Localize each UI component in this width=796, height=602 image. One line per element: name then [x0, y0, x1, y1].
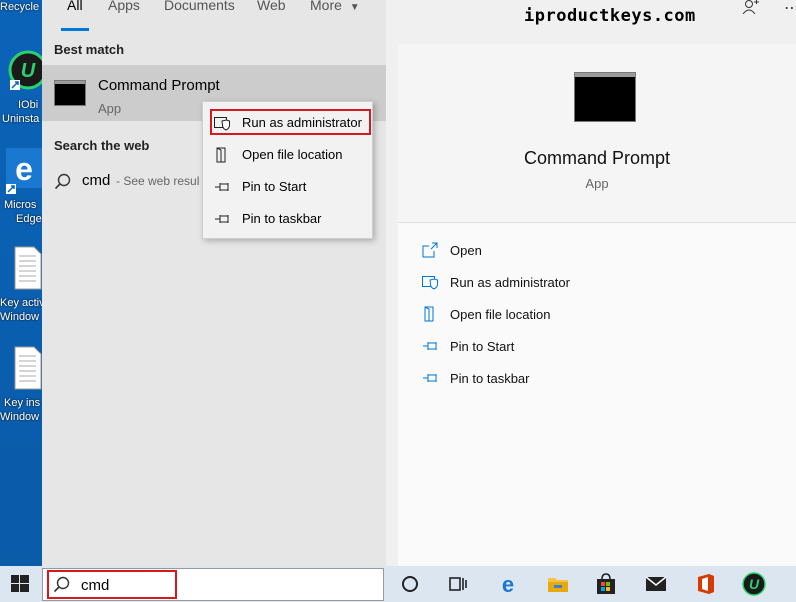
mail-icon[interactable] — [644, 572, 668, 596]
task-view-icon[interactable] — [446, 572, 470, 596]
action-label: Run as administrator — [450, 275, 570, 290]
details-pane: Command Prompt App Open Run as administr… — [398, 44, 796, 566]
details-subtitle: App — [585, 176, 609, 191]
iobit-label-line2: Uninsta — [2, 113, 40, 125]
menu-item-run-as-administrator[interactable]: Run as administrator — [203, 108, 372, 136]
search-web-heading: Search the web — [54, 138, 150, 153]
key-activation-label-line1: Key activ — [0, 297, 42, 309]
microsoft-edge-icon: e — [6, 148, 42, 194]
tab-more[interactable]: More ▼ — [310, 0, 360, 13]
menu-item-pin-to-start[interactable]: Pin to Start — [203, 172, 372, 200]
active-tab-indicator — [61, 28, 89, 31]
key-activation-label-line2: Window — [0, 311, 40, 323]
divider — [398, 222, 796, 223]
text-document-icon — [14, 346, 42, 390]
menu-item-label: Pin to Start — [242, 179, 307, 194]
svg-text:U: U — [749, 576, 760, 592]
file-explorer-icon[interactable] — [546, 572, 570, 596]
iobit-label-line1: IObi — [18, 99, 39, 111]
office-icon[interactable] — [694, 572, 718, 596]
search-icon — [53, 576, 70, 593]
desktop: Recycle U IObi Uninsta e Micros Edge Key… — [0, 0, 42, 566]
action-label: Pin to Start — [450, 339, 515, 354]
menu-item-open-file-location[interactable]: Open file location — [203, 140, 372, 168]
tab-web[interactable]: Web — [257, 0, 286, 13]
best-match-heading: Best match — [54, 42, 125, 57]
search-icon — [54, 173, 71, 190]
best-match-subtitle: App — [98, 101, 122, 116]
best-match-title: Command Prompt — [98, 77, 220, 94]
edge-label-line1: Micros — [4, 199, 37, 211]
svg-text:e: e — [15, 151, 33, 187]
taskbar-search-box[interactable]: cmd — [42, 568, 384, 601]
web-search-query: cmd — [82, 172, 111, 189]
iobit-uninstaller-icon: U — [8, 50, 42, 90]
pin-icon — [423, 374, 437, 382]
open-icon — [422, 242, 438, 258]
edge-icon[interactable]: e — [496, 572, 520, 596]
svg-text:e: e — [502, 572, 514, 596]
results-pane: Best match Command Prompt App Search the… — [42, 0, 386, 566]
tab-more-label: More — [310, 0, 342, 13]
action-label: Pin to taskbar — [450, 371, 530, 386]
person-feedback-icon[interactable] — [742, 0, 760, 14]
text-document-icon — [14, 246, 42, 290]
watermark: iproductkeys.com — [524, 6, 696, 26]
web-search-hint: - See web resul — [116, 174, 200, 188]
shield-window-icon — [214, 117, 230, 131]
details-title: Command Prompt — [523, 148, 671, 168]
more-options-icon[interactable]: ⋯ — [784, 0, 796, 18]
menu-item-label: Run as administrator — [242, 115, 362, 130]
file-location-icon — [424, 306, 434, 322]
tab-apps[interactable]: Apps — [108, 0, 140, 13]
svg-text:U: U — [21, 60, 36, 82]
shield-window-icon — [422, 276, 438, 290]
key-install-label-line2: Window — [0, 411, 40, 423]
menu-item-label: Pin to taskbar — [242, 211, 322, 226]
edge-label-line2: Edge — [16, 213, 42, 225]
tab-all[interactable]: All — [67, 0, 83, 13]
pin-icon — [215, 183, 229, 191]
details-header: Command Prompt App — [398, 44, 796, 222]
pin-icon — [215, 215, 229, 223]
action-label: Open — [450, 243, 482, 258]
iobit-icon[interactable]: U — [742, 572, 766, 596]
key-install-label-line1: Key ins — [4, 397, 41, 409]
command-prompt-icon — [54, 80, 86, 106]
tab-documents[interactable]: Documents — [164, 0, 235, 13]
action-label: Open file location — [450, 307, 551, 322]
context-menu: Run as administrator Open file location … — [202, 101, 373, 239]
pin-icon — [423, 342, 437, 350]
menu-item-label: Open file location — [242, 147, 343, 162]
menu-item-pin-to-taskbar[interactable]: Pin to taskbar — [203, 204, 372, 232]
start-menu: Best match Command Prompt App Search the… — [42, 0, 796, 566]
chevron-down-icon: ▼ — [349, 2, 360, 13]
command-prompt-large-icon — [574, 72, 636, 122]
taskbar: cmd e U — [0, 566, 796, 602]
file-location-icon — [216, 147, 226, 163]
recycle-bin-label: Recycle — [0, 1, 40, 13]
search-input-value: cmd — [81, 577, 110, 594]
store-icon[interactable] — [594, 572, 618, 596]
windows-start-button[interactable] — [0, 566, 42, 602]
cortana-icon[interactable] — [398, 572, 422, 596]
